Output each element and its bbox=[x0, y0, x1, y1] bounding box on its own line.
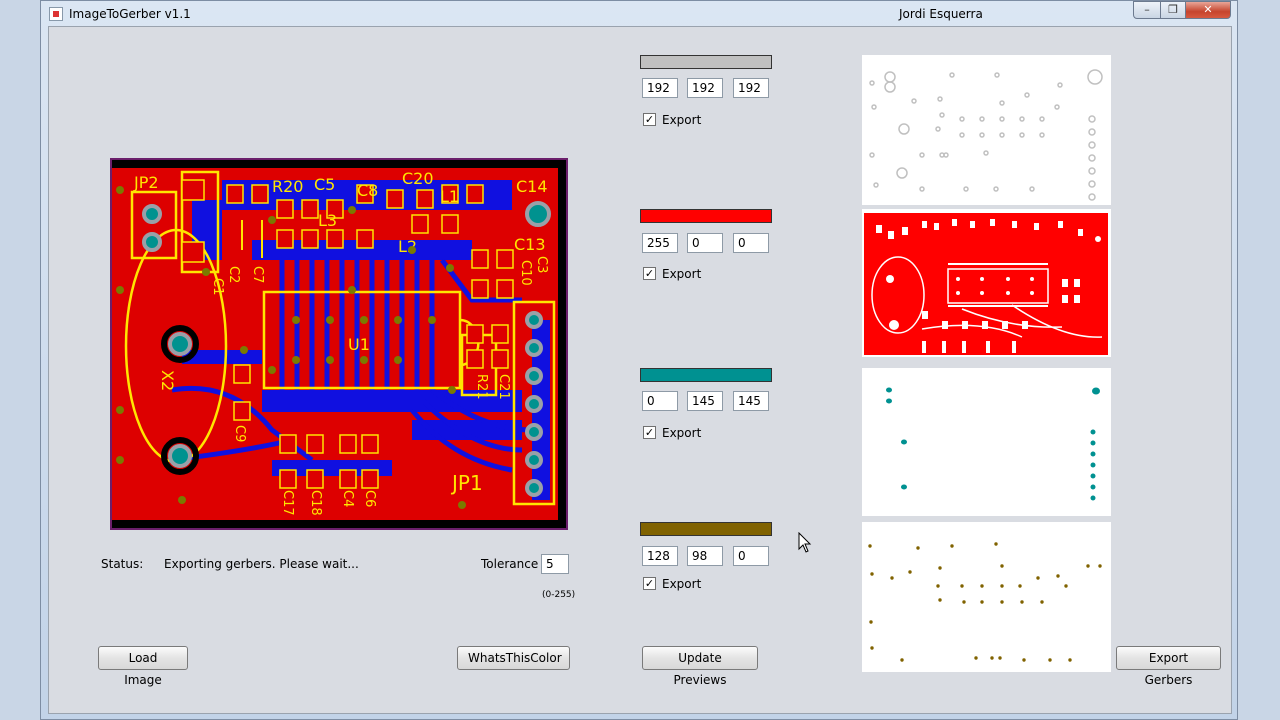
pcb-label: R20 bbox=[272, 177, 303, 196]
pcb-label: C1 bbox=[210, 278, 225, 295]
blue-field[interactable]: 192 bbox=[733, 78, 769, 98]
app-icon bbox=[49, 7, 63, 21]
green-field[interactable]: 145 bbox=[687, 391, 723, 411]
layer-color-swatch[interactable] bbox=[640, 55, 772, 69]
pcb-label: L1 bbox=[440, 187, 459, 206]
red-field[interactable]: 255 bbox=[642, 233, 678, 253]
green-field[interactable]: 192 bbox=[687, 78, 723, 98]
pcb-label: C18 bbox=[308, 490, 323, 516]
red-field[interactable]: 192 bbox=[642, 78, 678, 98]
pcb-label: R21 bbox=[474, 374, 489, 400]
pcb-label: C9 bbox=[232, 425, 247, 442]
title-bar[interactable]: ImageToGerber v1.1 Jordi Esquerra – ❐ ✕ bbox=[41, 1, 1237, 27]
pcb-label: C20 bbox=[402, 169, 434, 188]
export-label: Export bbox=[662, 426, 702, 440]
export-checkbox[interactable]: ✓ bbox=[643, 113, 656, 126]
pcb-label: C10 bbox=[518, 260, 533, 286]
layer-color-swatch[interactable] bbox=[640, 522, 772, 536]
mouse-cursor-icon bbox=[798, 532, 812, 553]
red-field[interactable]: 128 bbox=[642, 546, 678, 566]
pcb-label: C14 bbox=[516, 177, 548, 196]
green-field[interactable]: 0 bbox=[687, 233, 723, 253]
status-text: Exporting gerbers. Please wait... bbox=[164, 557, 359, 571]
layer-preview-silver bbox=[862, 55, 1111, 205]
layer-preview-teal bbox=[862, 368, 1111, 516]
maximize-button[interactable]: ❐ bbox=[1160, 1, 1186, 19]
status-label: Status: bbox=[101, 557, 144, 571]
export-label: Export bbox=[662, 113, 702, 127]
export-checkbox[interactable]: ✓ bbox=[643, 577, 656, 590]
pcb-label: C8 bbox=[357, 181, 378, 200]
window-title: ImageToGerber v1.1 bbox=[69, 7, 191, 21]
pcb-label: U1 bbox=[348, 335, 370, 354]
export-checkbox[interactable]: ✓ bbox=[643, 267, 656, 280]
minimize-button[interactable]: – bbox=[1133, 1, 1161, 19]
load-image-button[interactable]: Load Image bbox=[98, 646, 188, 687]
preview-drawing bbox=[886, 387, 1100, 501]
red-field[interactable]: 0 bbox=[642, 391, 678, 411]
blue-field[interactable]: 0 bbox=[733, 546, 769, 566]
pcb-image[interactable]: JP2 R20 C5 C8 C20 L1 C14 C2 C7 L3 L2 C13… bbox=[110, 158, 568, 530]
pcb-label: JP1 bbox=[450, 471, 483, 495]
layer-preview-brown bbox=[862, 522, 1111, 672]
update-previews-button[interactable]: Update Previews bbox=[642, 646, 758, 687]
pcb-label: C3 bbox=[534, 256, 549, 273]
pcb-label: C4 bbox=[340, 490, 355, 507]
pcb-label: C21 bbox=[496, 374, 511, 400]
blue-field[interactable]: 145 bbox=[733, 391, 769, 411]
layer-color-swatch[interactable] bbox=[640, 209, 772, 223]
export-gerbers-button[interactable]: Export Gerbers bbox=[1116, 646, 1221, 687]
whats-this-color-button[interactable]: WhatsThisColor bbox=[457, 646, 570, 670]
tolerance-input[interactable]: 5 bbox=[541, 554, 569, 574]
tolerance-range-hint: (0-255) bbox=[542, 590, 576, 600]
pcb-label: C17 bbox=[280, 490, 295, 516]
tolerance-label: Tolerance bbox=[481, 557, 539, 571]
export-label: Export bbox=[662, 267, 702, 281]
pcb-label: X2 bbox=[158, 370, 177, 391]
pcb-drawing: JP2 R20 C5 C8 C20 L1 C14 C2 C7 L3 L2 C13… bbox=[112, 160, 566, 528]
preview-drawing bbox=[869, 69, 1103, 201]
preview-drawing bbox=[868, 542, 1102, 662]
window-author: Jordi Esquerra bbox=[899, 7, 983, 21]
export-checkbox[interactable]: ✓ bbox=[643, 426, 656, 439]
pcb-label: JP2 bbox=[133, 173, 159, 192]
preview-drawing bbox=[864, 213, 1108, 355]
green-field[interactable]: 98 bbox=[687, 546, 723, 566]
pcb-label: C7 bbox=[250, 266, 265, 283]
blue-field[interactable]: 0 bbox=[733, 233, 769, 253]
layer-color-swatch[interactable] bbox=[640, 368, 772, 382]
pcb-label: C6 bbox=[362, 490, 377, 507]
pcb-label: C2 bbox=[226, 266, 241, 283]
pcb-label: L3 bbox=[318, 211, 337, 230]
export-label: Export bbox=[662, 577, 702, 591]
pcb-label: C5 bbox=[314, 175, 335, 194]
layer-preview-red bbox=[862, 209, 1111, 357]
close-button[interactable]: ✕ bbox=[1185, 1, 1231, 19]
pcb-label: C13 bbox=[514, 235, 546, 254]
